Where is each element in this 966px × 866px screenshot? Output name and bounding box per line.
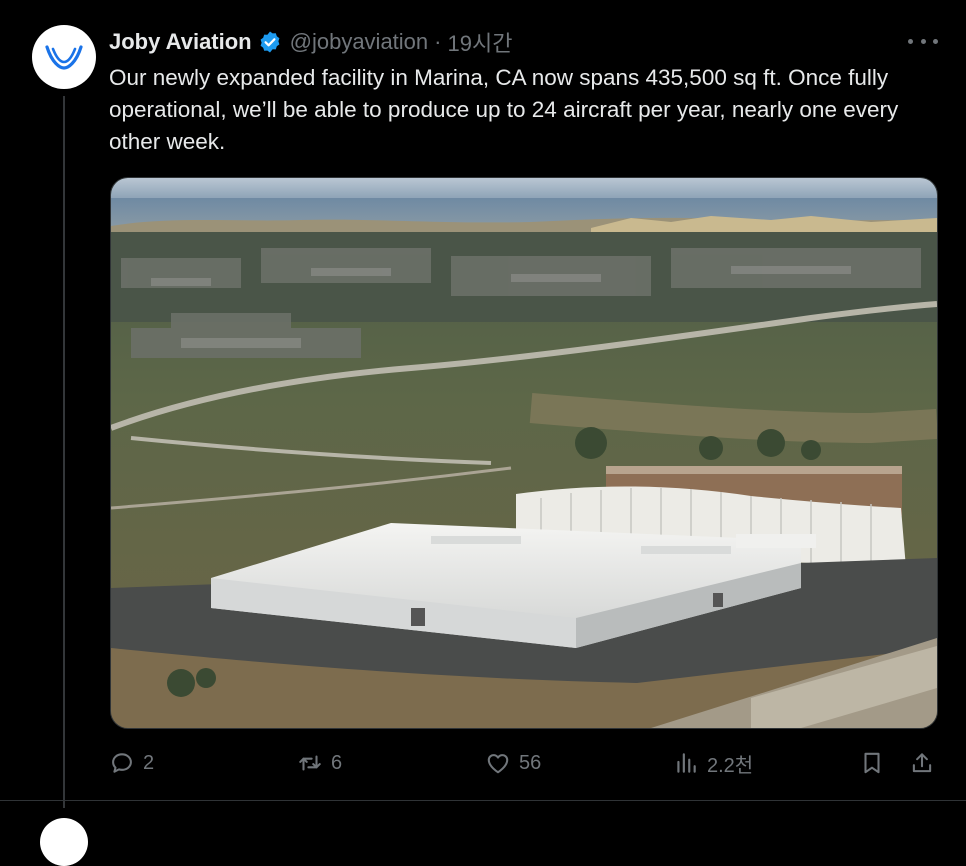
author-handle[interactable]: @jobyaviation <box>290 29 429 55</box>
reply-icon <box>112 753 132 773</box>
like-button[interactable]: 56 <box>485 738 541 788</box>
divider <box>0 800 966 801</box>
thread-line <box>63 96 65 808</box>
repost-button[interactable]: 6 <box>297 738 342 788</box>
facility-aerial-photo <box>111 178 937 728</box>
next-post-avatar[interactable] <box>40 818 88 866</box>
action-bar: 2 6 56 2.2천 <box>0 738 966 788</box>
share-button[interactable] <box>909 738 935 788</box>
reply-button[interactable]: 2 <box>109 738 154 788</box>
more-icon[interactable] <box>908 28 938 54</box>
views-icon <box>677 753 696 773</box>
tweet-header: Joby Aviation @jobyaviation · 19시간 <box>109 26 512 58</box>
views-button[interactable]: 2.2천 <box>673 738 753 788</box>
verified-badge-icon <box>258 30 282 54</box>
repost-count: 6 <box>331 751 343 774</box>
author-name[interactable]: Joby Aviation <box>109 29 252 55</box>
tweet-photo[interactable] <box>110 177 938 729</box>
joby-logo-icon <box>45 45 83 70</box>
bookmark-button[interactable] <box>859 738 885 788</box>
tweet-text: Our newly expanded facility in Marina, C… <box>109 65 899 154</box>
like-count: 56 <box>519 751 542 774</box>
repost-icon <box>299 755 321 771</box>
avatar[interactable] <box>32 25 96 89</box>
bookmark-icon <box>864 752 880 774</box>
views-count: 2.2천 <box>707 754 754 777</box>
reply-count: 2 <box>143 751 155 774</box>
timestamp[interactable]: 19시간 <box>447 26 512 58</box>
separator-dot: · <box>434 29 442 54</box>
share-icon <box>912 753 932 773</box>
heart-icon <box>487 754 509 774</box>
